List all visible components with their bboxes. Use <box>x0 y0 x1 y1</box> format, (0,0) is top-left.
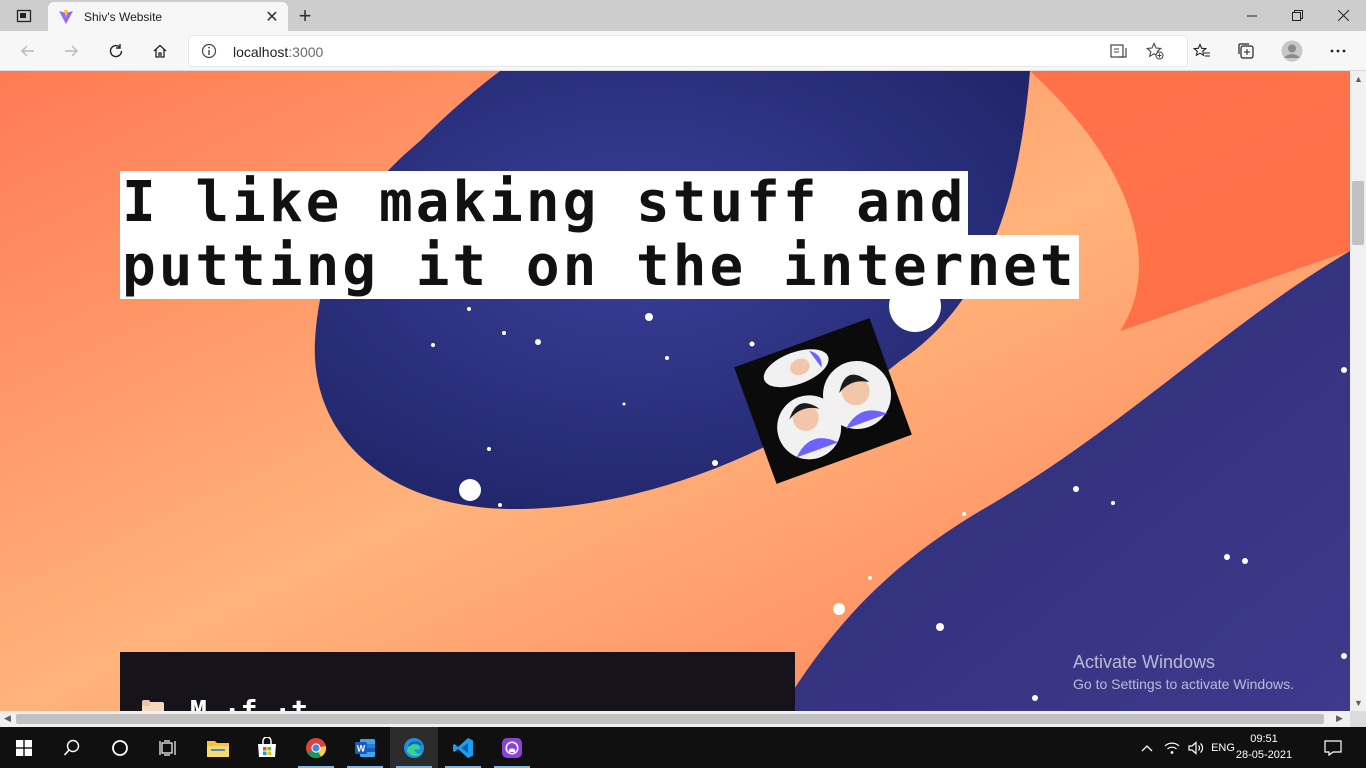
vscode-button[interactable] <box>439 727 487 768</box>
file-explorer-button[interactable] <box>194 727 242 768</box>
more-dots-icon <box>1330 49 1346 53</box>
favorites-list-icon <box>1193 43 1210 57</box>
tab-close-icon[interactable]: ✕ <box>260 5 284 29</box>
forward-arrow-icon <box>65 45 78 57</box>
github-desktop-icon <box>502 737 522 758</box>
tab-active[interactable]: Shiv's Website ✕ <box>48 2 288 31</box>
volume-button[interactable] <box>1186 727 1206 768</box>
github-desktop-button[interactable] <box>488 727 536 768</box>
speaker-icon <box>1188 740 1204 755</box>
favorites-button[interactable] <box>1188 37 1216 65</box>
word-icon: W <box>355 738 375 757</box>
clock-date: 28-05-2021 <box>1235 749 1293 761</box>
manifesto-panel: M ·f ·t <box>120 652 795 711</box>
close-window-icon <box>1337 10 1349 21</box>
restore-icon <box>1291 10 1303 21</box>
tab-actions-button[interactable] <box>8 5 40 27</box>
wifi-icon <box>1164 742 1180 754</box>
minimize-button[interactable] <box>1229 0 1275 31</box>
tab-actions-icon <box>16 9 32 23</box>
word-button[interactable]: W <box>341 727 389 768</box>
activate-windows-watermark: Activate Windows Go to Settings to activ… <box>1073 652 1294 692</box>
store-button[interactable] <box>243 727 291 768</box>
chrome-button[interactable] <box>292 727 340 768</box>
home-icon <box>153 44 167 58</box>
horizontal-scroll-thumb[interactable] <box>16 714 1324 724</box>
action-center-button[interactable] <box>1318 727 1348 768</box>
scrollbar-corner <box>1350 711 1366 727</box>
scroll-icon <box>142 700 164 711</box>
scroll-right-arrow-icon[interactable]: ▶ <box>1336 713 1343 724</box>
windows-logo-icon <box>16 739 32 756</box>
profile-button[interactable] <box>1278 37 1306 65</box>
url-host: localhost <box>233 44 289 60</box>
task-view-icon <box>159 739 176 756</box>
page-viewport[interactable]: I like making stuff and putting it on th… <box>0 71 1350 711</box>
task-view-button[interactable] <box>144 727 192 768</box>
search-button[interactable] <box>48 727 96 768</box>
vertical-scrollbar[interactable]: ▲ ▼ <box>1350 71 1366 711</box>
clock-time: 09:51 <box>1250 733 1278 745</box>
hero-headline: I like making stuff and putting it on th… <box>120 171 1079 299</box>
file-explorer-icon <box>207 740 229 757</box>
svg-text:W: W <box>357 743 366 753</box>
new-tab-button[interactable]: + <box>292 3 318 28</box>
scroll-down-arrow-icon[interactable]: ▼ <box>1354 698 1363 708</box>
refresh-button[interactable] <box>102 37 130 65</box>
scroll-left-arrow-icon[interactable]: ◀ <box>4 713 11 724</box>
refresh-icon <box>109 44 123 58</box>
windows-taskbar: W ENG 09:51 28-05-2021 <box>0 727 1366 768</box>
horizontal-scrollbar[interactable]: ◀ ▶ <box>0 711 1350 727</box>
home-button[interactable] <box>146 37 174 65</box>
collections-button[interactable] <box>1232 37 1260 65</box>
back-arrow-icon <box>21 45 34 57</box>
immersive-reader-icon <box>1110 44 1127 58</box>
network-button[interactable] <box>1162 727 1182 768</box>
cortana-circle-icon <box>112 739 128 756</box>
space-background <box>0 71 1350 711</box>
minimize-icon <box>1247 15 1257 16</box>
notification-icon <box>1324 739 1342 756</box>
store-icon <box>258 736 276 757</box>
start-button[interactable] <box>0 727 48 768</box>
address-bar[interactable]: localhost:3000 <box>188 35 1188 67</box>
scroll-up-arrow-icon[interactable]: ▲ <box>1354 74 1363 84</box>
settings-more-button[interactable] <box>1324 37 1352 65</box>
vertical-scroll-thumb[interactable] <box>1352 181 1364 245</box>
show-hidden-icons-button[interactable] <box>1138 727 1156 768</box>
url-port: :3000 <box>288 44 324 60</box>
browser-toolbar: localhost:3000 <box>0 31 1366 71</box>
watermark-title: Activate Windows <box>1073 652 1216 672</box>
panel-heading-partial: M ·f ·t <box>190 694 309 711</box>
vscode-icon <box>453 737 473 758</box>
watermark-subtitle: Go to Settings to activate Windows. <box>1073 676 1294 692</box>
collections-icon <box>1238 43 1254 59</box>
tab-strip: Shiv's Website ✕ + <box>0 0 1366 31</box>
vite-favicon-icon <box>59 9 73 24</box>
close-window-button[interactable] <box>1320 0 1366 31</box>
headline-line-2: putting it on the internet <box>120 234 1079 299</box>
search-icon <box>63 739 80 756</box>
avatar-icon <box>1281 40 1303 62</box>
restore-button[interactable] <box>1274 0 1320 31</box>
url-text: localhost:3000 <box>233 44 323 60</box>
tab-title: Shiv's Website <box>84 9 163 24</box>
site-info-icon[interactable] <box>201 43 217 59</box>
edge-button[interactable] <box>390 727 438 768</box>
headline-line-1: I like making stuff and <box>120 170 969 235</box>
immersive-reader-button[interactable] <box>1105 37 1133 65</box>
edge-icon <box>404 737 424 758</box>
back-button[interactable] <box>14 37 42 65</box>
system-clock[interactable]: 09:51 28-05-2021 <box>1230 731 1298 763</box>
chevron-up-icon <box>1141 744 1153 751</box>
add-favorite-button[interactable] <box>1141 37 1169 65</box>
forward-button[interactable] <box>57 37 85 65</box>
cortana-button[interactable] <box>96 727 144 768</box>
star-add-icon <box>1146 42 1164 60</box>
chrome-icon <box>306 737 327 758</box>
